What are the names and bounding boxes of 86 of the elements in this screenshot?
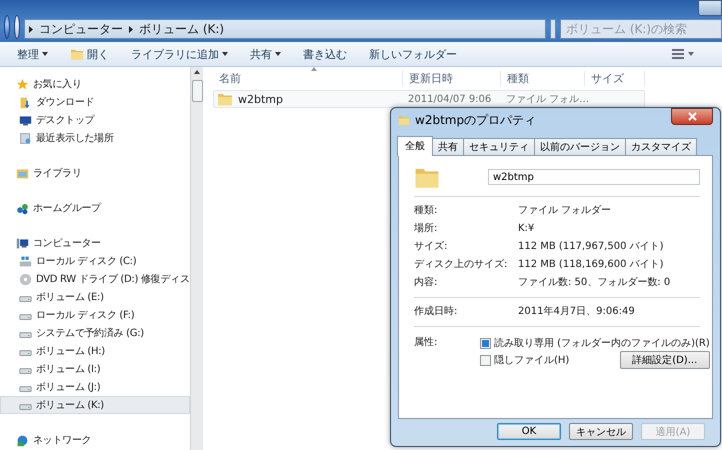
close-icon <box>688 112 696 121</box>
close-button[interactable] <box>671 108 713 125</box>
tab[interactable]: 共有 <box>432 138 464 155</box>
chevron-icon <box>29 26 33 32</box>
library-icon <box>16 166 29 180</box>
scrollbar[interactable] <box>190 67 203 450</box>
recent-places-icon <box>19 132 32 144</box>
breadcrumb-item[interactable]: ボリューム (K:) <box>139 20 224 38</box>
nav-item[interactable]: DVD RW ドライブ (D:) 修復ディス <box>0 270 190 288</box>
tab[interactable]: 全般 <box>397 136 433 156</box>
nav-item[interactable]: ライブラリ <box>0 164 190 182</box>
menu-button[interactable]: 整理 <box>8 44 57 64</box>
checkbox[interactable]: 隠しファイル(H) <box>480 352 570 368</box>
folder-icon <box>217 92 233 106</box>
property-label: サイズ: <box>414 240 448 253</box>
nav-item[interactable]: ボリューム (K:) <box>0 396 190 414</box>
nav-item[interactable]: デスクトップ <box>0 111 190 129</box>
column-header[interactable]: 種類 <box>501 70 585 86</box>
refresh-button[interactable] <box>550 19 556 39</box>
back-button[interactable] <box>4 15 10 39</box>
property-label: 内容: <box>414 276 438 289</box>
folder-icon <box>70 48 84 60</box>
download-folder-icon <box>19 96 32 108</box>
address-bar[interactable]: コンピューター ボリューム (K:) <box>24 19 546 39</box>
advanced-button[interactable]: 詳細設定(D)... <box>620 351 710 369</box>
property-value: K:¥ <box>518 222 536 234</box>
toolbar-button[interactable]: 書き込む <box>294 44 356 64</box>
nav-item[interactable]: ボリューム (E:) <box>0 288 190 306</box>
caret-icon <box>275 52 281 56</box>
tab[interactable]: 以前のバージョン <box>534 138 626 155</box>
dialog-title: w2btmpのプロパティ <box>415 112 536 128</box>
nav-item[interactable]: ローカル ディスク (F:) <box>0 306 190 324</box>
attributes-label: 属性: <box>414 336 438 350</box>
toolbar-button[interactable]: 新しいフォルダー <box>360 44 466 64</box>
star-icon <box>16 78 29 90</box>
nav-item[interactable]: システムで予約済み (G:) <box>0 324 190 342</box>
computer-icon <box>16 236 29 250</box>
file-row[interactable]: w2btmp 2011/04/07 9:06 ファイル フォル… <box>213 90 645 108</box>
breadcrumb-item[interactable]: コンピューター <box>39 20 123 38</box>
property-value: ファイル フォルダー <box>518 204 612 217</box>
folder-icon <box>398 114 410 126</box>
nav-item[interactable]: ボリューム (I:) <box>0 360 190 378</box>
nav-item[interactable]: ボリューム (J:) <box>0 378 190 396</box>
nav-item[interactable]: ホームグループ <box>0 199 190 217</box>
nav-item[interactable]: お気に入り <box>0 75 190 93</box>
open-button[interactable]: 開く <box>61 44 118 64</box>
column-header[interactable]: サイズ <box>585 70 645 86</box>
menu-button[interactable]: 共有 <box>241 44 290 64</box>
search-field[interactable]: ボリューム (K:)の検索 <box>560 19 722 39</box>
checkbox[interactable]: 読み取り専用 (フォルダー内のファイルのみ)(R) <box>480 335 710 351</box>
modified-date: 2011/04/07 9:06 <box>407 94 492 104</box>
property-label: 作成日時: <box>414 304 458 318</box>
caret-icon <box>222 52 228 56</box>
nav-item[interactable]: 最近表示した場所 <box>0 129 190 147</box>
nav-item[interactable]: コンピューター <box>0 234 190 252</box>
property-label: ディスク上のサイズ: <box>414 258 508 271</box>
caret-icon <box>42 52 48 56</box>
property-value: 112 MB (118,169,600 バイト) <box>518 258 665 271</box>
nav-item[interactable]: ネットワーク <box>0 431 190 449</box>
nav-item[interactable]: ローカル ディスク (C:) <box>0 252 190 270</box>
property-value: 2011年4月7日、9:06:49 <box>518 305 636 318</box>
tab[interactable]: セキュリティ <box>463 138 535 155</box>
file-type: ファイル フォル… <box>505 93 590 106</box>
monitor-icon <box>19 114 32 126</box>
property-label: 種類: <box>414 204 438 217</box>
property-label: 場所: <box>414 222 438 235</box>
forward-button[interactable] <box>14 15 20 39</box>
file-name: w2btmp <box>238 92 283 106</box>
chevron-icon <box>129 26 133 32</box>
dialog-button[interactable]: OK <box>497 423 561 440</box>
name-field[interactable]: w2btmp <box>488 169 700 185</box>
disc-icon <box>19 272 32 286</box>
column-header[interactable]: 更新日時 <box>403 70 501 86</box>
tab[interactable]: カスタマイズ <box>625 138 697 155</box>
homegroup-icon <box>16 202 29 214</box>
property-value: 112 MB (117,967,500 バイト) <box>518 240 665 253</box>
view-options-icon[interactable] <box>672 49 694 59</box>
nav-item[interactable]: ボリューム (H:) <box>0 342 190 360</box>
property-value: ファイル数: 50、フォルダー数: 0 <box>518 276 672 289</box>
minimize-button[interactable] <box>698 0 722 16</box>
network-icon <box>16 434 29 446</box>
column-header[interactable]: 名前 <box>213 70 403 86</box>
system-drive-icon <box>19 254 32 268</box>
dialog-button[interactable]: キャンセル <box>569 423 633 440</box>
nav-item[interactable]: ダウンロード <box>0 93 190 111</box>
menu-button[interactable]: ライブラリに追加 <box>122 44 237 64</box>
